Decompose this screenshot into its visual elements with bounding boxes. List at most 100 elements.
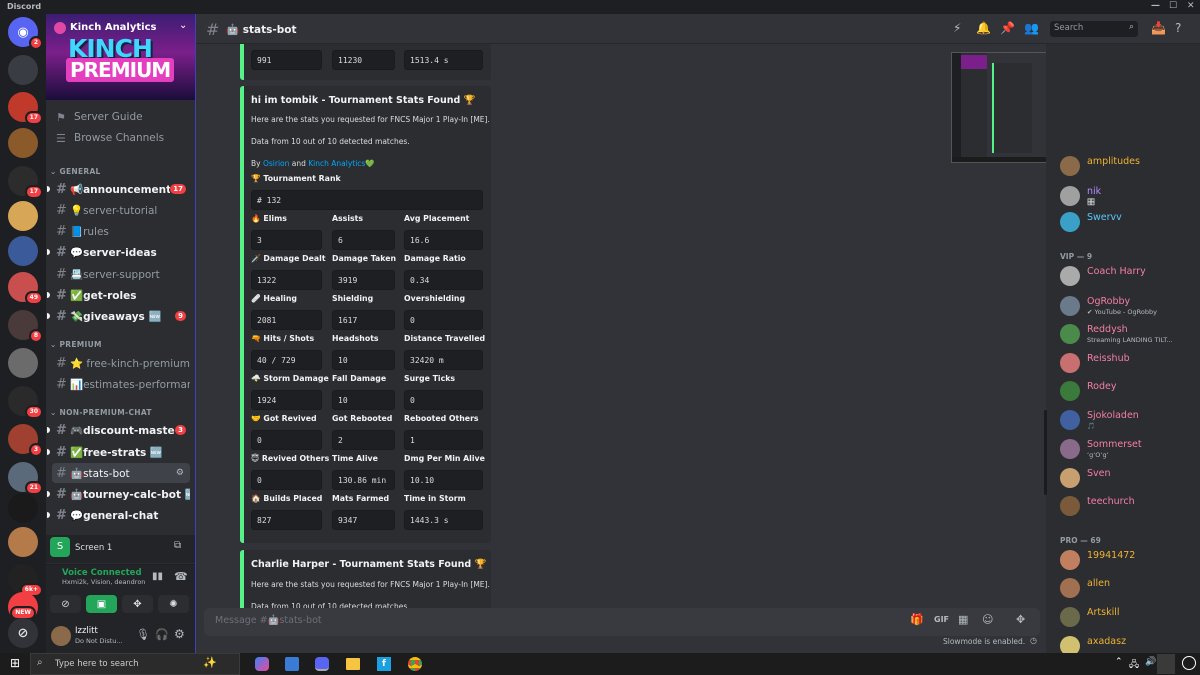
server-icon[interactable]: 3: [8, 424, 43, 457]
gear-icon[interactable]: ⚙: [174, 627, 185, 641]
app-f-icon[interactable]: f: [377, 657, 391, 671]
file-explorer-icon[interactable]: [346, 658, 360, 670]
mic-tray-icon[interactable]: [1157, 654, 1175, 674]
maximize-icon[interactable]: ☐: [1169, 1, 1177, 11]
channel-item[interactable]: # 💡server-tutorial: [52, 200, 190, 220]
member-item[interactable]: 19941472: [1060, 548, 1196, 572]
member-item[interactable]: Artskill: [1060, 605, 1196, 629]
store-icon[interactable]: [285, 657, 299, 671]
notification-icon[interactable]: [1182, 656, 1196, 670]
channel-item[interactable]: #🎮discount-master...3: [47, 420, 190, 440]
screen-popout-icon[interactable]: ⧉: [174, 540, 181, 551]
message-placeholder[interactable]: Message #🤖stats-bot: [215, 615, 322, 626]
category-premium[interactable]: ⌄ PREMIUM: [50, 340, 102, 349]
user-avatar[interactable]: [51, 626, 71, 646]
server-guide-link[interactable]: ⚑ Server Guide: [56, 107, 188, 127]
member-item[interactable]: nik 🎛️: [1060, 184, 1196, 208]
channel-item[interactable]: # 🤖tourney-calc-bot 🆕: [47, 484, 190, 504]
channel-item[interactable]: # 📇server-support: [52, 264, 190, 284]
camera-off-button[interactable]: ⊘: [50, 595, 81, 613]
search-box[interactable]: Search ⌕: [1050, 21, 1138, 37]
bell-icon[interactable]: 🔔: [976, 21, 991, 35]
category-general[interactable]: ⌄ GENERAL: [50, 167, 101, 176]
gif-icon[interactable]: GIF: [934, 615, 949, 624]
emoji-icon[interactable]: ☺: [982, 613, 993, 626]
gift-icon[interactable]: 🎁: [910, 613, 924, 626]
soundboard-button[interactable]: ✺: [158, 595, 189, 613]
channel-item[interactable]: # 📢announcements 17: [47, 179, 190, 199]
channel-item[interactable]: # 💸giveaways 🆕 9: [47, 306, 190, 326]
user-name[interactable]: Izzlitt: [75, 626, 98, 636]
apps-icon[interactable]: ✥: [1016, 613, 1025, 626]
channel-item[interactable]: #📊estimates-performan...: [52, 374, 190, 394]
tray-chevron-icon[interactable]: ⌃: [1115, 657, 1123, 667]
volume-icon[interactable]: 🔊: [1145, 657, 1156, 667]
message-input[interactable]: Message #🤖stats-bot 🎁 GIF ▦ ☺ ✥: [204, 608, 1040, 636]
voice-channel[interactable]: Hxmi2k, Vision, deandron: [62, 578, 145, 586]
server-icon[interactable]: [8, 236, 38, 266]
member-item[interactable]: Coach Harry: [1060, 264, 1196, 288]
server-name[interactable]: Kinch Analytics: [70, 22, 156, 33]
disconnect-icon[interactable]: ☎: [174, 570, 188, 583]
search-icon[interactable]: ⌕: [1129, 22, 1134, 32]
server-icon[interactable]: 6k+: [8, 564, 43, 597]
server-icon[interactable]: [8, 493, 38, 523]
channel-item[interactable]: # 📘rules: [52, 221, 190, 241]
threads-icon[interactable]: ⚡: [953, 21, 961, 35]
browse-channels-link[interactable]: ☰ Browse Channels: [56, 128, 188, 148]
member-item[interactable]: Reisshub: [1060, 351, 1196, 375]
member-item[interactable]: Swervv: [1060, 210, 1196, 234]
help-icon[interactable]: ?: [1175, 21, 1181, 35]
member-scrollbar[interactable]: [1044, 410, 1047, 495]
server-icon[interactable]: 17: [8, 92, 43, 125]
minimize-icon[interactable]: —: [1151, 1, 1160, 11]
pin-icon[interactable]: 📌: [1000, 21, 1015, 35]
inbox-icon[interactable]: 📥: [1151, 21, 1166, 35]
microphone-icon[interactable]: 🎙: [136, 628, 150, 641]
server-icon[interactable]: 49: [8, 272, 43, 305]
screen-share-button[interactable]: ▣: [86, 595, 117, 613]
server-icon[interactable]: 21: [8, 462, 43, 495]
server-icon[interactable]: 30: [8, 386, 43, 419]
discover-icon[interactable]: ⊘: [8, 618, 38, 648]
channel-item[interactable]: # ✅free-strats 🆕: [47, 442, 190, 462]
category-non-premium[interactable]: ⌄ NON-PREMIUM-CHAT: [50, 408, 152, 417]
member-item[interactable]: OgRobby ✔ YouTube - OgRobby: [1060, 294, 1196, 318]
members-icon[interactable]: 👥: [1024, 21, 1039, 35]
taskbar-search-input[interactable]: Type here to search: [55, 659, 139, 669]
server-icon[interactable]: 17: [8, 166, 43, 199]
member-item[interactable]: teechurch: [1060, 494, 1196, 518]
network-icon[interactable]: 🖧: [1129, 657, 1139, 673]
voice-status[interactable]: Voice Connected: [62, 568, 142, 578]
server-icon[interactable]: [8, 527, 38, 557]
discord-taskbar-icon[interactable]: [315, 657, 329, 671]
channel-item[interactable]: # 🤖stats-bot ⚙: [52, 463, 190, 483]
member-item[interactable]: amplitudes: [1060, 154, 1196, 178]
server-icon[interactable]: [8, 128, 38, 158]
search-input[interactable]: Search: [1054, 23, 1083, 33]
channel-item[interactable]: # ⭐ free-kinch-premium: [52, 353, 190, 373]
chevron-down-icon[interactable]: ⌄: [179, 20, 187, 31]
member-item[interactable]: allen: [1060, 576, 1196, 600]
signal-icon[interactable]: ▮▮: [152, 571, 163, 582]
chrome-icon[interactable]: [408, 657, 422, 671]
direct-messages-icon[interactable]: ◉ 2: [8, 17, 43, 50]
server-icon[interactable]: [8, 55, 38, 85]
taskbar-search[interactable]: ⌕ Type here to search ✨: [30, 653, 240, 675]
close-icon[interactable]: ✕: [1187, 1, 1195, 11]
kinch-link[interactable]: Kinch Analytics: [308, 159, 365, 168]
member-item[interactable]: Sommerset ʻgʻOʻgʻ: [1060, 437, 1196, 461]
headphones-icon[interactable]: 🎧: [155, 628, 169, 641]
member-item[interactable]: Rodey: [1060, 379, 1196, 403]
windows-start-icon[interactable]: ⊞: [10, 656, 20, 670]
server-icon[interactable]: [8, 201, 38, 231]
copilot-icon[interactable]: [255, 657, 269, 671]
screen-share-bar[interactable]: S Screen 1 ⧉: [46, 535, 195, 563]
invite-icon[interactable]: ⚙: [176, 468, 184, 478]
server-icon[interactable]: 8: [8, 310, 43, 343]
channel-item[interactable]: # 💬general-chat: [47, 505, 190, 525]
member-item[interactable]: Sven: [1060, 466, 1196, 490]
activities-button[interactable]: ✥: [122, 595, 153, 613]
sticker-icon[interactable]: ▦: [958, 613, 968, 626]
member-item[interactable]: Sjokoladen 🎵: [1060, 408, 1196, 432]
